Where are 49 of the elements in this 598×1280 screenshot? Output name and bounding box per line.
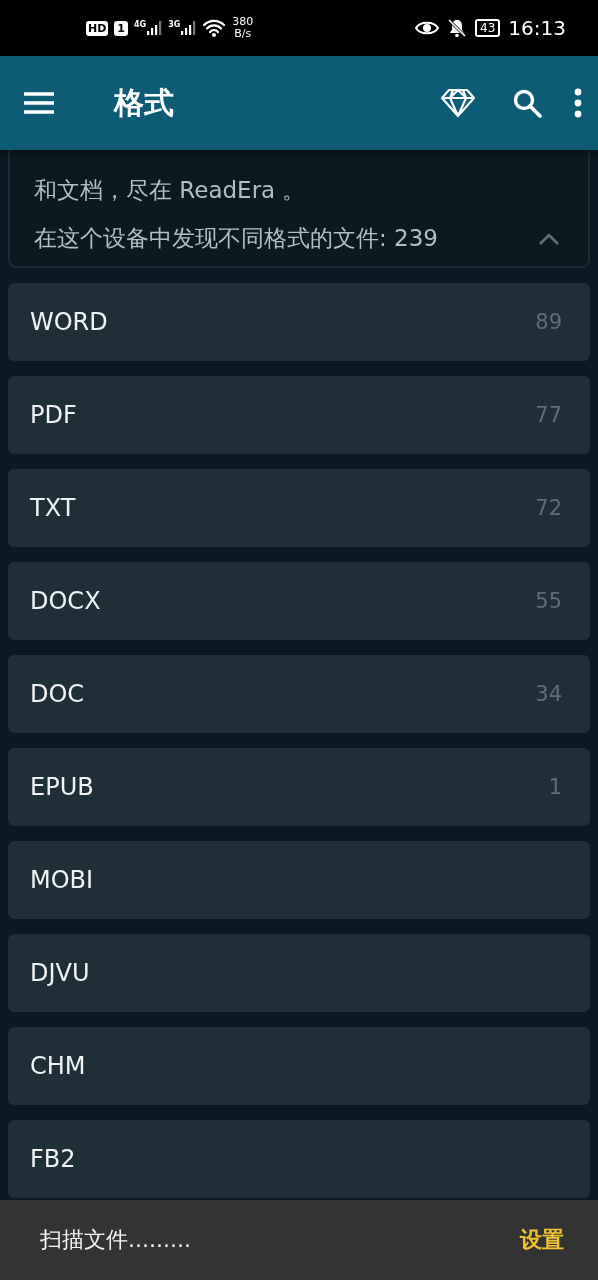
- sim-badge: 1: [114, 20, 128, 36]
- speed-unit: B/s: [234, 28, 252, 40]
- format-name: MOBI: [30, 866, 94, 894]
- network-label: 3G: [168, 20, 181, 29]
- format-item[interactable]: EPUB 1: [8, 748, 590, 826]
- format-name: TXT: [30, 494, 76, 522]
- network-label: 4G: [134, 20, 147, 29]
- diamond-icon: [440, 88, 476, 118]
- file-count: 1: [548, 775, 562, 799]
- file-count: 89: [535, 310, 562, 334]
- more-icon: [574, 88, 582, 118]
- format-item[interactable]: CHM: [8, 1027, 590, 1105]
- clock-time: 16:13: [508, 16, 566, 40]
- file-count: 77: [535, 403, 562, 427]
- file-count: 55: [535, 589, 562, 613]
- hd-badge: HD: [86, 20, 109, 36]
- format-name: PDF: [30, 401, 77, 429]
- format-name: WORD: [30, 308, 108, 336]
- format-item[interactable]: TXT 72: [8, 469, 590, 547]
- format-name: DOC: [30, 680, 85, 708]
- format-name: CHM: [30, 1052, 86, 1080]
- format-item[interactable]: DJVU: [8, 934, 590, 1012]
- format-name: DJVU: [30, 959, 90, 987]
- menu-icon: [24, 92, 54, 114]
- snackbar-message: 扫描文件.........: [40, 1226, 191, 1254]
- battery-icon: 43: [475, 19, 501, 37]
- format-name: DOCX: [30, 587, 101, 615]
- format-item[interactable]: WORD 89: [8, 283, 590, 361]
- page-title: 格式: [114, 83, 174, 122]
- format-name: FB2: [30, 1145, 76, 1173]
- summary-text: 在这个设备中发现不同格式的文件: 239: [34, 224, 438, 253]
- settings-action-button[interactable]: 设置: [516, 1221, 568, 1259]
- file-count: 34: [535, 682, 562, 706]
- format-item[interactable]: DOCX 55: [8, 562, 590, 640]
- search-icon: [512, 88, 542, 118]
- format-item[interactable]: FB2: [8, 1120, 590, 1198]
- eye-icon: [415, 20, 440, 36]
- format-name: EPUB: [30, 773, 94, 801]
- bell-off-icon: [447, 18, 468, 38]
- wifi-icon: [202, 18, 227, 38]
- chevron-icon: [538, 231, 560, 246]
- signal-icon: [180, 20, 197, 36]
- signal-icon: [146, 20, 163, 36]
- format-item[interactable]: DOC 34: [8, 655, 590, 733]
- format-item[interactable]: MOBI: [8, 841, 590, 919]
- file-count: 72: [535, 496, 562, 520]
- format-item[interactable]: PDF 77: [8, 376, 590, 454]
- speed-value: 380: [232, 16, 254, 28]
- description-text: 和文档，尽在 ReadEra 。: [34, 176, 307, 205]
